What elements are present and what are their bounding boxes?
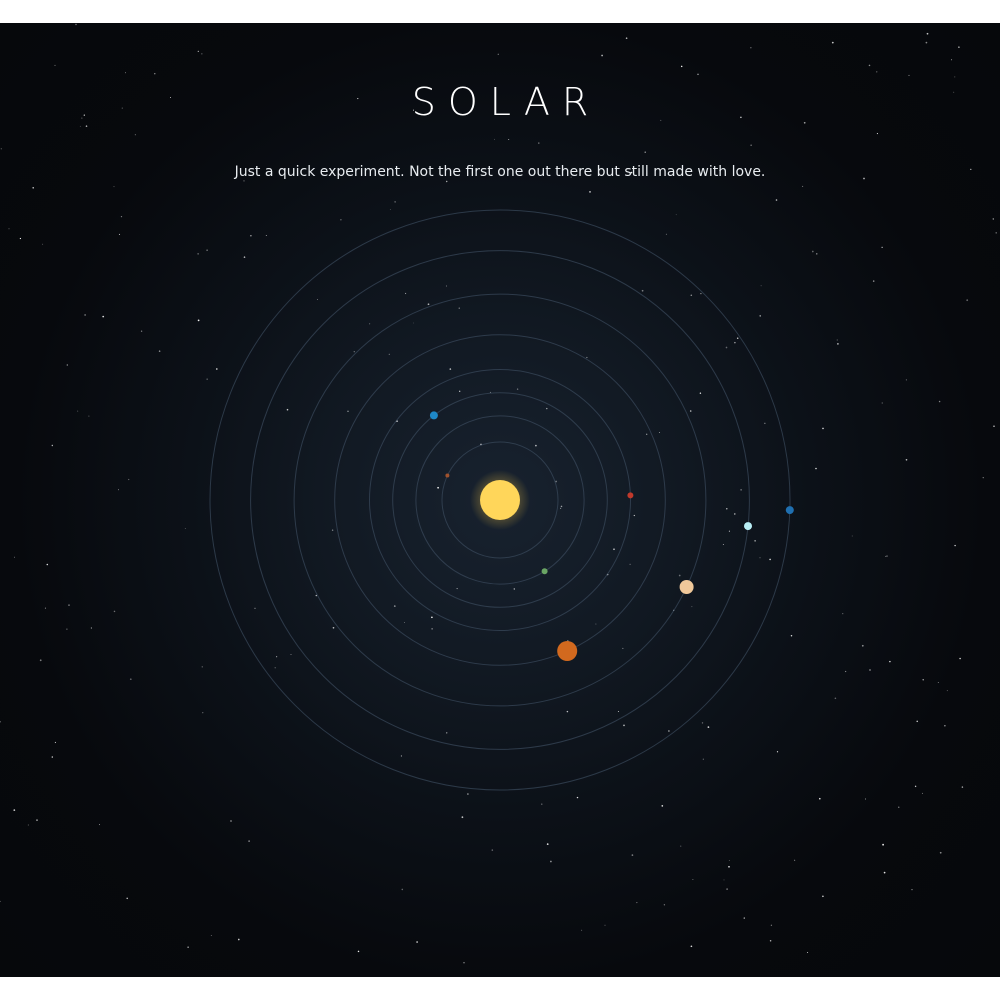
planet-neptune bbox=[785, 506, 794, 515]
planet-mercury bbox=[445, 473, 450, 478]
planet-uranus bbox=[744, 522, 752, 531]
solar-scene: SOLAR Just a quick experiment. Not the f… bbox=[0, 23, 1000, 977]
planet-jupiter bbox=[557, 641, 578, 661]
planet-mars bbox=[627, 492, 634, 499]
planet-saturn bbox=[679, 580, 694, 594]
sun bbox=[480, 480, 520, 520]
planet-venus bbox=[541, 568, 548, 575]
solar-system bbox=[209, 209, 794, 791]
planet-earth bbox=[429, 411, 438, 420]
